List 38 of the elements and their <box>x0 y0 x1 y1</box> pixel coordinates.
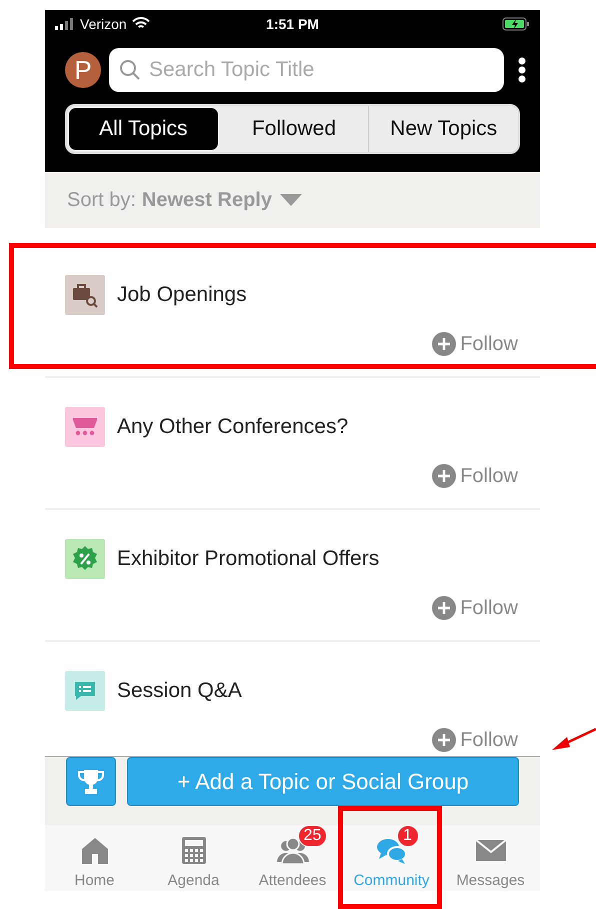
follow-button[interactable]: Follow <box>432 728 518 752</box>
tab-bar-item[interactable]: Attendees 25 <box>243 825 342 891</box>
signal-icon <box>55 18 75 30</box>
count-badge: 1 <box>396 825 418 847</box>
search-field[interactable]: Search Topic Title <box>109 48 504 92</box>
segment-tab[interactable]: Followed <box>220 106 368 152</box>
topic-title[interactable]: Exhibitor Promotional Offers <box>117 547 380 571</box>
tab-bar-item[interactable]: Home <box>45 825 144 891</box>
battery-charging-icon <box>502 16 530 30</box>
search-icon <box>119 59 141 81</box>
plus-circle-icon <box>432 596 456 620</box>
user-avatar[interactable]: P <box>65 52 101 88</box>
topic-title[interactable]: Session Q&A <box>117 679 242 703</box>
tab-bar-item[interactable]: Messages <box>441 825 540 891</box>
plus-circle-icon <box>432 728 456 752</box>
topic-title[interactable]: Any Other Conferences? <box>117 415 348 439</box>
trophy-icon <box>77 768 105 794</box>
segment-tab[interactable]: All Topics <box>69 108 218 150</box>
topic-title[interactable]: Job Openings <box>117 283 247 307</box>
plus-circle-icon <box>432 332 456 356</box>
tab-bar-item[interactable]: Agenda <box>144 825 243 891</box>
clock-time: 1:51 PM <box>266 16 319 32</box>
wifi-icon <box>132 17 150 30</box>
tab-bar-item[interactable]: Community 1 <box>342 825 441 891</box>
count-badge: 25 <box>298 825 328 847</box>
follow-button[interactable]: Follow <box>432 464 518 488</box>
add-topic-button[interactable]: + Add a Topic or Social Group <box>127 757 519 806</box>
annotation-arrow <box>552 728 596 753</box>
segment-tab[interactable]: New Topics <box>368 106 518 152</box>
follow-button[interactable]: Follow <box>432 332 518 356</box>
more-options-icon[interactable] <box>518 57 526 83</box>
caret-icon <box>280 194 302 206</box>
follow-button[interactable]: Follow <box>432 596 518 620</box>
plus-circle-icon <box>432 464 456 488</box>
sort-label: Sort by: <box>67 188 136 212</box>
trophy-button[interactable] <box>66 757 116 806</box>
carrier-name: Verizon <box>80 16 127 32</box>
sort-dropdown[interactable]: Newest Reply <box>142 188 302 212</box>
